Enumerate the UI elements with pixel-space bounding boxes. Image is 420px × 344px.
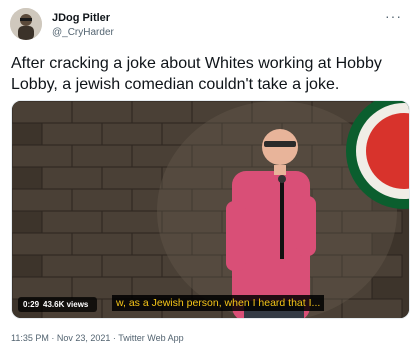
elapsed-time: 0:29	[23, 300, 40, 309]
more-horizontal-icon[interactable]: ···	[385, 8, 402, 24]
tweet-timestamp[interactable]: 11:35 PM · Nov 23, 2021 · Twitter Web Ap…	[11, 333, 184, 343]
video-frame	[12, 101, 409, 318]
video-time-badge: 0:29 43.6K views	[18, 297, 98, 312]
view-count: 43.6K views	[43, 300, 89, 309]
avatar[interactable]	[10, 8, 42, 40]
user-handle[interactable]: @_CryHarder	[52, 27, 114, 38]
video-subtitle: w, as a Jewish person, when I heard that…	[112, 295, 325, 311]
video-player[interactable]: 0:29 43.6K views w, as a Jewish person, w…	[11, 100, 410, 319]
display-name[interactable]: JDog Pitler	[52, 12, 110, 24]
avatar-image	[10, 8, 42, 40]
tweet-text: After cracking a joke about Whites worki…	[11, 55, 382, 93]
tweet-card: JDog Pitler @_CryHarder ··· After cracki…	[0, 0, 420, 344]
